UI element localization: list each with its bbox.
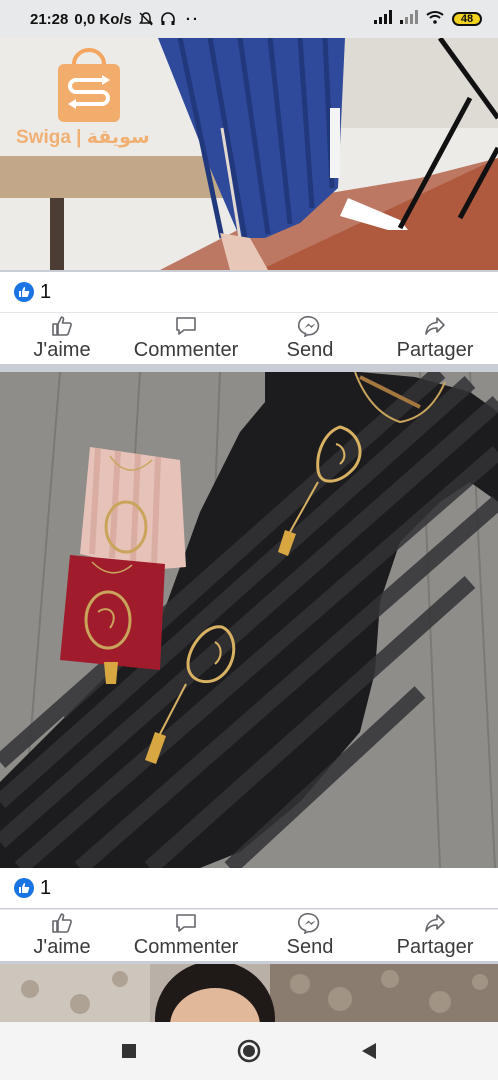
recent-apps-button[interactable] xyxy=(109,1031,149,1071)
post-photo-3[interactable] xyxy=(0,964,498,1022)
square-icon xyxy=(122,1044,136,1058)
comment-label: Commenter xyxy=(133,936,239,958)
like-label: J'aime xyxy=(33,339,91,361)
black-dress-image xyxy=(0,372,498,868)
post-photo-1[interactable]: Swiga | سويقة xyxy=(0,38,498,270)
status-time: 21:28 xyxy=(30,10,69,28)
signal-icon xyxy=(374,10,392,28)
share-button[interactable]: Partager xyxy=(372,910,498,961)
share-button[interactable]: Partager xyxy=(372,313,498,364)
navigation-bar xyxy=(0,1022,498,1080)
thumbs-up-icon xyxy=(52,316,72,336)
send-button[interactable]: Send xyxy=(248,910,372,961)
share-arrow-icon xyxy=(425,914,445,932)
circle-home-icon xyxy=(237,1039,261,1063)
like-button[interactable]: J'aime xyxy=(0,910,124,961)
reaction-row-2[interactable]: 1 xyxy=(0,868,498,908)
messenger-icon xyxy=(298,315,320,337)
share-arrow-icon xyxy=(425,317,445,335)
comment-bubble-icon xyxy=(176,317,196,335)
like-button[interactable]: J'aime xyxy=(0,313,124,364)
store-name: Swiga | سويقة xyxy=(16,127,150,148)
comment-label: Commenter xyxy=(133,339,239,361)
status-network-speed: 0,0 Ko/s xyxy=(74,10,132,28)
more-notifications-icon: ·· xyxy=(185,10,200,28)
thumbs-up-icon xyxy=(52,913,72,933)
like-label: J'aime xyxy=(33,936,91,958)
screen: 21:28 0,0 Ko/s ·· 48 Swiga | سويقة 1 J'a… xyxy=(0,0,498,1080)
post-photo-2[interactable] xyxy=(0,372,498,868)
like-reaction-icon xyxy=(14,878,34,898)
messenger-icon xyxy=(298,912,320,934)
home-button[interactable] xyxy=(229,1031,269,1071)
comment-bubble-icon xyxy=(176,914,196,932)
comment-button[interactable]: Commenter xyxy=(124,313,248,364)
bell-muted-icon xyxy=(138,11,154,27)
status-bar: 21:28 0,0 Ko/s ·· 48 xyxy=(0,0,498,38)
share-label: Partager xyxy=(396,339,474,361)
action-bar-1: J'aime Commenter Send Partager xyxy=(0,312,498,364)
comment-button[interactable]: Commenter xyxy=(124,910,248,961)
battery-icon: 48 xyxy=(452,12,482,26)
signal-2-icon xyxy=(400,10,418,28)
status-right: 48 xyxy=(374,10,482,28)
store-logo: Swiga | سويقة xyxy=(14,48,164,163)
reaction-count: 1 xyxy=(40,876,52,899)
like-reaction-icon xyxy=(14,282,34,302)
reaction-count: 1 xyxy=(40,280,52,303)
send-label: Send xyxy=(286,936,334,958)
send-button[interactable]: Send xyxy=(248,313,372,364)
back-triangle-icon xyxy=(362,1043,376,1059)
next-post-image xyxy=(0,964,498,1022)
reaction-row-1[interactable]: 1 xyxy=(0,272,498,312)
action-bar-2: J'aime Commenter Send Partager xyxy=(0,909,498,961)
share-label: Partager xyxy=(396,936,474,958)
headphones-icon xyxy=(160,11,176,27)
wifi-icon xyxy=(426,10,444,28)
send-label: Send xyxy=(286,339,334,361)
back-button[interactable] xyxy=(349,1031,389,1071)
